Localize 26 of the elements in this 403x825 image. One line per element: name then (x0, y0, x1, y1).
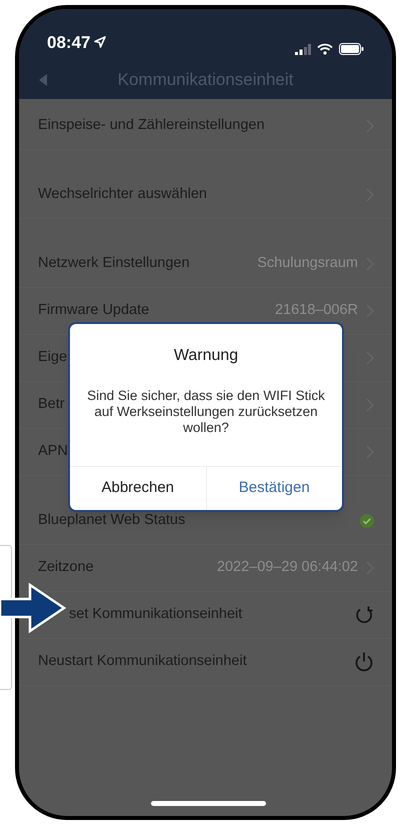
back-icon[interactable] (39, 74, 47, 86)
dialog-message: Sind Sie sicher, dass sie den WIFI Stick auf Werkseinstellungen zurücksetzen wollen? (86, 388, 326, 436)
location-arrow-icon (94, 36, 106, 48)
refresh-icon[interactable] (354, 605, 374, 625)
row-label: Blueplanet Web Status (38, 511, 186, 530)
row-label: Neustart Kommunikationseinheit (38, 652, 247, 672)
settings-row[interactable]: Neustart Kommunikationseinheit (19, 639, 392, 686)
row-label: Zeitzone (38, 558, 94, 578)
row-label: APN (38, 442, 68, 462)
row-label: set Kommunikationseinheit (69, 605, 242, 624)
settings-row[interactable]: Wechselrichter auswählen (19, 172, 392, 219)
dialog-title: Warnung (174, 346, 238, 366)
row-label: Firmware Update (38, 301, 150, 320)
wifi-icon (317, 43, 333, 55)
status-time: 08:47 (47, 32, 90, 54)
row-label: Betr (38, 395, 65, 414)
row-label: Eige (38, 348, 68, 368)
battery-icon (339, 43, 364, 55)
row-label: Wechselrichter auswählen (38, 185, 207, 204)
row-label: Netzwerk Einstellungen (38, 254, 190, 274)
settings-row[interactable]: Einspeise- und Zählereinstellungen (19, 103, 392, 150)
check-circle-icon (360, 514, 374, 528)
confirm-button[interactable]: Bestätigen (206, 467, 342, 510)
row-label: Einspeise- und Zählereinstellungen (38, 116, 265, 136)
power-icon[interactable] (354, 651, 374, 673)
signal-icon (295, 44, 311, 54)
